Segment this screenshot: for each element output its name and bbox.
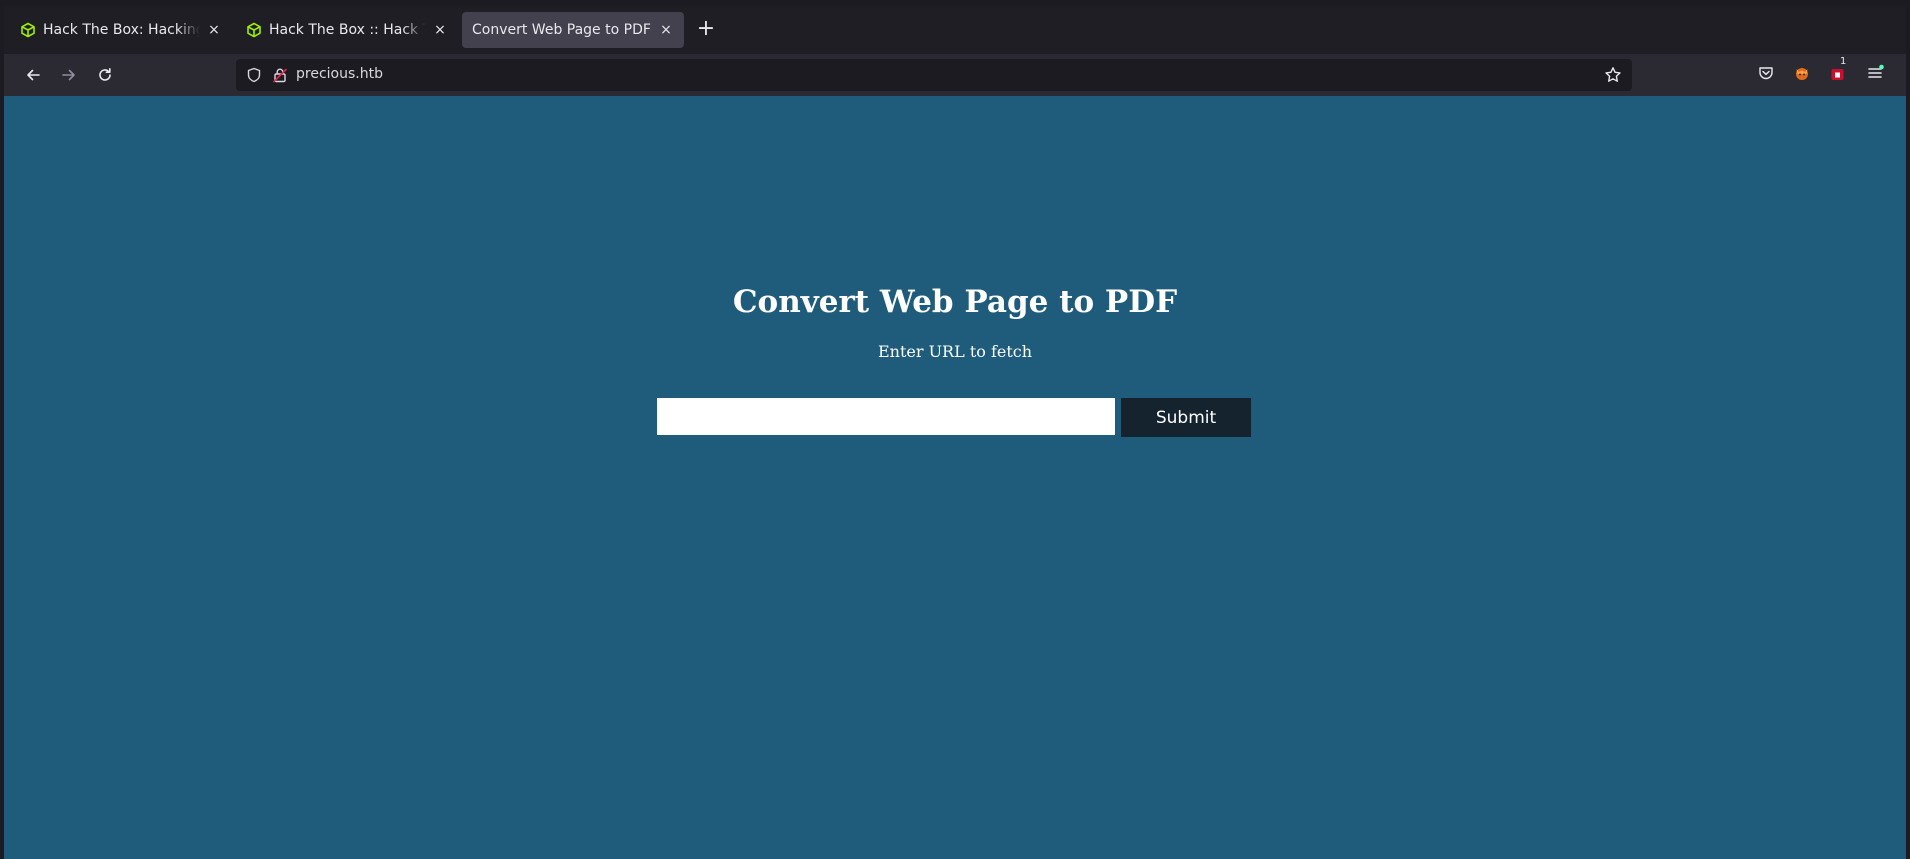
bookmark-star-icon[interactable] <box>1604 66 1622 84</box>
hamburger-menu-icon[interactable] <box>1863 61 1887 85</box>
url-text: precious.htb <box>296 66 383 82</box>
back-button[interactable] <box>19 61 47 89</box>
tab-close-icon[interactable]: × <box>658 22 674 38</box>
tab-close-icon[interactable]: × <box>206 22 222 38</box>
foxyproxy-icon[interactable] <box>1790 61 1814 85</box>
tab-close-icon[interactable]: × <box>432 22 448 38</box>
tab-htb-main[interactable]: Hack The Box :: Hack The Box × <box>236 12 458 48</box>
tab-convert-pdf[interactable]: Convert Web Page to PDF × <box>462 12 684 48</box>
shield-icon[interactable] <box>246 67 262 83</box>
reload-button[interactable] <box>91 61 119 89</box>
extension-badge-icon[interactable]: 1 <box>1826 56 1850 85</box>
pocket-icon[interactable] <box>1754 61 1778 85</box>
browser-window: Hack The Box: Hacking Training For The B… <box>0 0 1910 859</box>
tab-title: Hack The Box :: Hack The Box <box>269 22 426 38</box>
page-subtitle: Enter URL to fetch <box>877 342 1033 361</box>
insecure-lock-icon[interactable] <box>272 67 288 83</box>
htb-cube-icon <box>247 22 261 38</box>
htb-cube-icon <box>21 22 35 38</box>
back-arrow-icon <box>27 69 40 81</box>
url-input[interactable] <box>657 398 1115 435</box>
navigation-bar: precious.htb <box>4 54 1906 96</box>
tab-htb-hacking-training[interactable]: Hack The Box: Hacking Training For The B… <box>10 12 232 48</box>
reload-icon <box>99 68 111 81</box>
forward-button[interactable] <box>55 61 83 89</box>
address-bar[interactable]: precious.htb <box>236 59 1632 91</box>
tab-title: Hack The Box: Hacking Training For The B… <box>43 22 200 38</box>
new-tab-button[interactable]: + <box>692 16 720 44</box>
page-title: Convert Web Page to PDF <box>732 284 1178 320</box>
extension-badge-count: 1 <box>1840 56 1847 67</box>
forward-arrow-icon <box>62 69 75 81</box>
tab-strip: Hack The Box: Hacking Training For The B… <box>4 6 1906 54</box>
submit-button[interactable]: Submit <box>1121 398 1251 437</box>
tab-title: Convert Web Page to PDF <box>472 22 651 38</box>
page-content: Convert Web Page to PDF Enter URL to fet… <box>4 96 1906 859</box>
